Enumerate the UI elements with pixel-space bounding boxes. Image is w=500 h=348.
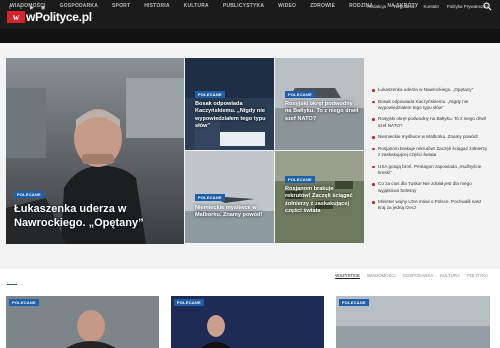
hero-tile-1-title[interactable]: Bosak odpowiada Kaczyńskiemu. „Nigdy nie… xyxy=(195,101,269,131)
hero-main-tile[interactable]: POLECANE Łukaszenka uderza w Nawrockiego… xyxy=(6,58,184,244)
main-nav xyxy=(0,29,500,43)
bottom-card-1-badge: POLECANE xyxy=(9,299,39,306)
nav-item-gospodarka[interactable]: GOSPODARKA xyxy=(60,3,98,9)
sidebar-item-1[interactable]: Łukaszenka uderza w Nawrockiego. „Opętan… xyxy=(372,87,490,93)
hero-tile-4-title[interactable]: Rosjanom brakuje rekrutów! Zaczęli ściąg… xyxy=(285,186,359,216)
nav-item-zdrowie[interactable]: ZDROWIE xyxy=(310,3,335,9)
sidebar-item-5[interactable]: Rosjanom brakuje rekrutów! Zaczęli ściąg… xyxy=(372,146,490,158)
hero-sidebar-list: Łukaszenka uderza w Nawrockiego. „Opętan… xyxy=(372,87,490,217)
tab-wszystkie[interactable]: WSZYSTKIE xyxy=(335,273,360,278)
bottom-card-3[interactable]: POLECANE xyxy=(336,296,490,348)
tab-polityka[interactable]: POLITYKA xyxy=(467,273,488,278)
hero-tile-2-title[interactable]: Rosyjski okręt podwodny na Bałtyku. To z… xyxy=(285,101,359,123)
tab-wiadomosci[interactable]: WIADOMOŚCI xyxy=(367,273,396,278)
category-tabs: WSZYSTKIE WIADOMOŚCI GOSPODARKA KULTURA … xyxy=(335,273,488,278)
bottom-card-2[interactable]: POLECANE xyxy=(171,296,324,348)
nav-item-sport[interactable]: SPORT xyxy=(112,3,130,9)
sidebar-item-2[interactable]: Bosak odpowiada Kaczyńskiemu. „Nigdy nie… xyxy=(372,99,490,111)
site-logo[interactable]: w wPolityce.pl xyxy=(7,10,92,24)
sidebar-item-4[interactable]: Niemieckie myśliwce w Malborku. Znamy po… xyxy=(372,134,490,140)
section-underline xyxy=(7,284,17,285)
nav-item-na-skroty[interactable]: NA SKRÓTY xyxy=(387,3,418,9)
hero-tile-1[interactable]: POLECANE Bosak odpowiada Kaczyńskiemu. „… xyxy=(185,58,274,150)
bottom-card-1[interactable]: POLECANE xyxy=(6,296,159,348)
sidebar-item-7[interactable]: Co za cios dla Tuska! Nie zdołał jest dl… xyxy=(372,181,490,193)
sidebar-item-3[interactable]: Rosyjski okręt podwodny na Bałtyku. To z… xyxy=(372,116,490,128)
hero-tile-4[interactable]: POLECANE Rosjanom brakuje rekrutów! Zacz… xyxy=(275,151,364,243)
top-link-kontakt[interactable]: Kontakt xyxy=(423,4,438,9)
nav-item-wiadomosci[interactable]: WIADOMOŚCI xyxy=(10,3,46,9)
tab-gospodarka[interactable]: GOSPODARKA xyxy=(403,273,434,278)
nav-items: WIADOMOŚCI GOSPODARKA SPORT HISTORIA KUL… xyxy=(10,3,418,9)
hero-tile-3-title[interactable]: Niemieckie myśliwce w Malborku. Znamy po… xyxy=(195,205,269,220)
logo-text: wPolityce.pl xyxy=(26,10,92,24)
hero-tile-2[interactable]: POLECANE Rosyjski okręt podwodny na Bałt… xyxy=(275,58,364,150)
nav-item-publicystyka[interactable]: PUBLICYSTYKA xyxy=(223,3,264,9)
logo-mark: w xyxy=(7,11,25,23)
nav-item-rodzina[interactable]: RODZINA xyxy=(349,3,373,9)
hero-tile-3[interactable]: POLECANE Niemieckie myśliwce w Malborku.… xyxy=(185,151,274,243)
sidebar-item-8[interactable]: Minister wojny USA mówi o Polsce. Pochwa… xyxy=(372,199,490,211)
bottom-card-3-badge: POLECANE xyxy=(339,299,369,306)
search-icon[interactable] xyxy=(483,2,492,11)
nav-item-wideo[interactable]: WIDEO xyxy=(278,3,296,9)
hero-main-badge: POLECANE xyxy=(14,191,44,198)
nav-item-kultura[interactable]: KULTURA xyxy=(184,3,209,9)
hero-tile-3-badge: POLECANE xyxy=(195,194,225,201)
hero-tile-2-badge: POLECANE xyxy=(285,91,315,98)
hero-tile-4-badge: POLECANE xyxy=(285,176,315,183)
hero-main-title[interactable]: Łukaszenka uderza w Nawrockiego. „Opętan… xyxy=(14,202,154,230)
bottom-card-2-badge: POLECANE xyxy=(174,299,204,306)
top-link-privacy[interactable]: Polityka Prywatności xyxy=(447,4,488,9)
tab-kultura[interactable]: KULTURA xyxy=(440,273,460,278)
sidebar-item-6[interactable]: USA gotują broń. Pentagon zapowiada „muż… xyxy=(372,164,490,176)
hero-tile-1-badge: POLECANE xyxy=(195,91,225,98)
nav-item-historia[interactable]: HISTORIA xyxy=(144,3,169,9)
